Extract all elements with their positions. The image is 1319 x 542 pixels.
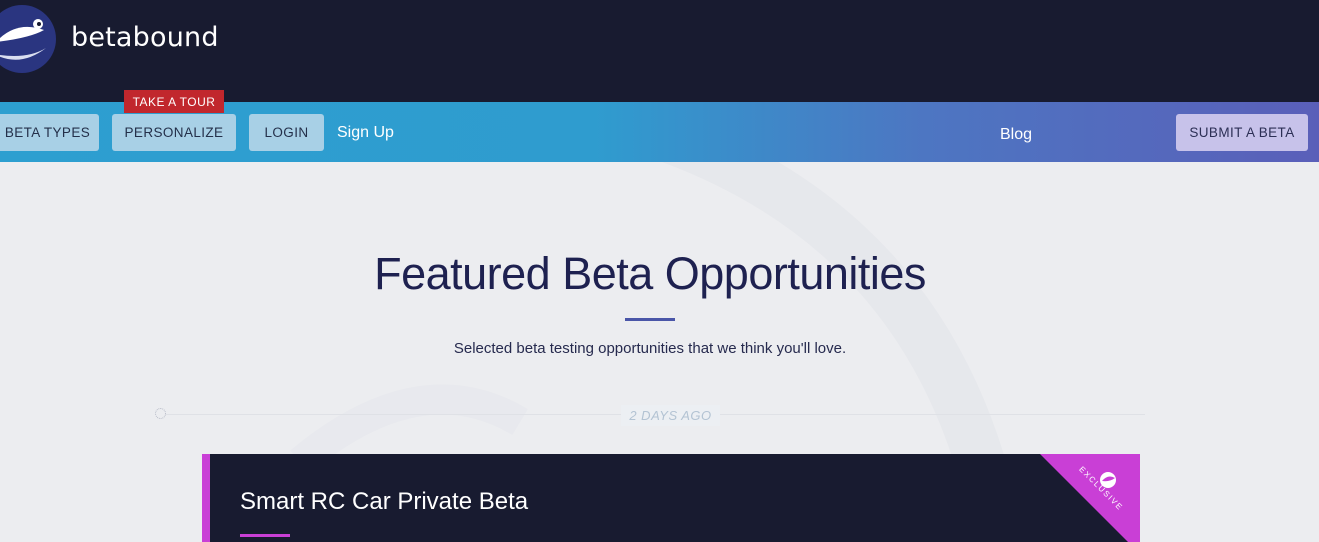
beta-card-underline: [240, 534, 290, 537]
site-header: betabound: [0, 0, 1319, 102]
take-a-tour-badge[interactable]: TAKE A TOUR: [124, 90, 224, 113]
timeline-dot: [155, 408, 166, 419]
beta-types-button[interactable]: BETA TYPES: [0, 114, 99, 151]
beta-card[interactable]: Smart RC Car Private Beta EXCLUSIVE: [202, 454, 1140, 542]
page-title: Featured Beta Opportunities: [374, 248, 926, 299]
title-underline: [625, 318, 675, 321]
page-subtitle: Selected beta testing opportunities that…: [453, 340, 847, 357]
beta-card-title[interactable]: Smart RC Car Private Beta: [240, 488, 528, 516]
date-label: 2 DAYS AGO: [621, 405, 720, 426]
fish-logo-icon[interactable]: [0, 2, 58, 76]
login-button[interactable]: LOGIN: [249, 114, 324, 151]
personalize-button[interactable]: PERSONALIZE: [112, 114, 236, 151]
exclusive-ribbon: [1040, 454, 1140, 542]
brand-name[interactable]: betabound: [71, 22, 219, 53]
sign-up-link[interactable]: Sign Up: [337, 124, 394, 142]
submit-a-beta-button[interactable]: SUBMIT A BETA: [1176, 114, 1308, 151]
blog-link[interactable]: Blog: [1000, 126, 1032, 144]
